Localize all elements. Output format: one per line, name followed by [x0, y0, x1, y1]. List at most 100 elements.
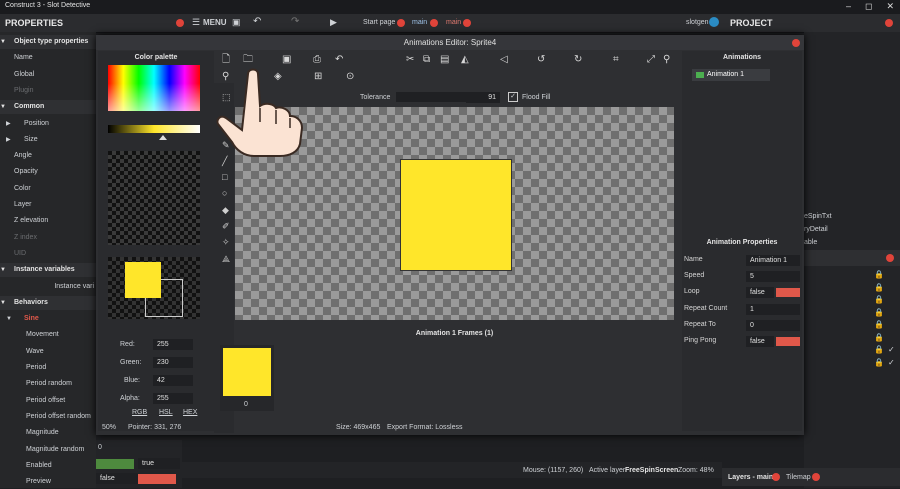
tab-close-dot[interactable] — [812, 473, 820, 481]
rotate-ccw-icon[interactable]: ↺ — [537, 55, 545, 65]
import-icon[interactable]: ⎙ — [313, 55, 321, 65]
project-close-dot[interactable] — [885, 19, 893, 27]
property-row[interactable]: Period offset random — [0, 410, 96, 424]
layers-close-dot[interactable] — [886, 254, 894, 262]
green-input[interactable]: 230 — [153, 357, 193, 368]
animation-list-item[interactable]: Animation 1 — [692, 69, 770, 81]
mode-hex-link[interactable]: HEX — [183, 409, 197, 416]
property-row[interactable]: Period offset — [0, 394, 96, 408]
frame-thumbnail[interactable]: 0 — [220, 345, 274, 411]
chevron-down-icon[interactable]: ▼ — [0, 296, 6, 310]
property-row[interactable]: Preview — [0, 475, 96, 489]
layer-visible-check-icon[interactable]: ✓ — [888, 358, 895, 367]
layer-lock-icon[interactable]: 🔒 — [874, 345, 884, 354]
property-row[interactable]: Period random — [0, 377, 96, 391]
new-file-icon[interactable]: 🗋 — [222, 55, 230, 65]
preview-value[interactable]: false — [96, 473, 138, 484]
rotate-cw-icon[interactable]: ↻ — [574, 55, 582, 65]
open-folder-icon[interactable]: 🗀 — [243, 55, 253, 65]
save-icon[interactable]: ▣ — [282, 55, 291, 65]
menu-hamburger-icon[interactable]: ☰ — [192, 17, 200, 28]
layer-lock-icon[interactable]: 🔒 — [874, 308, 884, 317]
property-row[interactable]: UID — [0, 247, 96, 261]
enabled-color-swatch[interactable] — [96, 459, 134, 469]
grid-icon[interactable]: ⊞ — [314, 72, 322, 82]
paste-icon[interactable]: ▤ — [440, 55, 449, 65]
property-row[interactable]: ▼ Common — [0, 100, 96, 115]
mirror-icon[interactable]: ◭ — [461, 55, 469, 65]
tab-close-dot[interactable] — [397, 19, 405, 27]
layer-lock-icon[interactable]: 🔒 — [874, 320, 884, 329]
property-row[interactable]: ▶ Position — [0, 117, 96, 131]
chevron-right-icon[interactable]: ▼ — [6, 312, 12, 326]
property-row[interactable]: Magnitude — [0, 426, 96, 440]
layer-lock-icon[interactable]: 🔒 — [874, 295, 884, 304]
color-picker-icon[interactable]: ✐ — [222, 221, 230, 232]
property-row[interactable]: ▶ Size — [0, 133, 96, 147]
mode-hsl-link[interactable]: HSL — [159, 409, 173, 416]
layer-lock-icon[interactable]: 🔒 — [874, 358, 884, 367]
flood-fill-checkbox[interactable]: ✓ — [508, 92, 518, 102]
alpha-input[interactable]: 255 — [153, 393, 193, 404]
primary-color-swatch[interactable] — [125, 262, 161, 298]
menu-button[interactable]: MENU — [203, 18, 227, 27]
property-row[interactable]: Angle — [0, 149, 96, 163]
property-row[interactable]: ▼ Instance variables — [0, 263, 96, 278]
blue-input[interactable]: 42 — [153, 375, 193, 386]
property-row[interactable]: Enabled — [0, 459, 96, 473]
flip-icon[interactable]: ◁ — [500, 55, 508, 65]
anim-prop-value[interactable]: false — [746, 336, 774, 347]
rectangle-icon[interactable]: □ — [222, 172, 227, 182]
crop-icon[interactable]: ⌗ — [613, 55, 619, 65]
resize-icon[interactable]: ⤢ — [647, 55, 655, 65]
tab-close-dot[interactable] — [430, 19, 438, 27]
layer-visible-check-icon[interactable]: ✓ — [888, 345, 895, 354]
dialog-close-button[interactable] — [792, 39, 800, 47]
anim-prop-value[interactable]: Animation 1 — [746, 255, 800, 266]
property-row[interactable]: ▼ Sine — [0, 312, 96, 326]
property-row[interactable]: Magnitude random — [0, 443, 96, 457]
zoom-fit-icon[interactable]: ⚲ — [663, 55, 670, 65]
property-row[interactable]: Movement — [0, 328, 96, 342]
property-row[interactable]: ▼ Object type properties — [0, 35, 96, 49]
tab-close-dot[interactable] — [463, 19, 471, 27]
ellipse-icon[interactable]: ○ — [222, 188, 227, 198]
undo-icon[interactable]: ↶ — [335, 55, 343, 65]
user-name[interactable]: slotgen — [686, 19, 709, 26]
property-row[interactable]: Period — [0, 361, 96, 375]
project-item-fragment[interactable]: ryDetail — [804, 226, 828, 233]
red-input[interactable]: 255 — [153, 339, 193, 350]
anim-prop-value[interactable]: 0 — [746, 319, 800, 331]
avatar[interactable] — [709, 17, 719, 27]
tab-main[interactable]: main — [412, 19, 427, 26]
image-points-icon[interactable]: ⟁ — [222, 254, 230, 265]
tab-main-events[interactable]: main — [446, 19, 461, 26]
tab-layers-main[interactable]: Layers - main — [728, 474, 773, 481]
fill-bucket-icon[interactable]: ◆ — [222, 205, 229, 216]
property-row[interactable]: Layer — [0, 198, 96, 212]
property-row[interactable]: Global — [0, 68, 96, 82]
magnitude-random-value[interactable]: 0 — [98, 444, 102, 451]
mode-rgb-link[interactable]: RGB — [132, 409, 147, 416]
project-item-fragment[interactable]: eSpinTxt — [804, 213, 832, 220]
preview-play-icon[interactable]: ⊙ — [346, 72, 354, 82]
anim-prop-toggle-button[interactable] — [776, 337, 800, 346]
slider-handle-icon[interactable] — [159, 135, 167, 140]
property-row[interactable]: Name — [0, 51, 96, 65]
tab-start-page[interactable]: Start page — [363, 19, 395, 26]
color-spectrum[interactable] — [108, 65, 200, 111]
property-row[interactable]: Plugin — [0, 84, 96, 98]
undo-icon[interactable]: ↶ — [253, 16, 261, 27]
anim-prop-toggle-button[interactable] — [776, 288, 800, 298]
layer-lock-icon[interactable]: 🔒 — [874, 283, 884, 292]
preview-toggle-button[interactable] — [138, 474, 176, 484]
property-row[interactable]: Color — [0, 182, 96, 196]
color-value-slider[interactable] — [108, 125, 200, 133]
project-item-fragment[interactable]: able — [804, 239, 817, 246]
enabled-value[interactable]: true — [138, 458, 180, 469]
copy-icon[interactable]: ⧉ — [423, 55, 430, 65]
properties-close-dot[interactable] — [176, 19, 184, 27]
chevron-right-icon[interactable]: ▶ — [6, 117, 11, 131]
layer-lock-icon[interactable]: 🔒 — [874, 333, 884, 342]
property-row[interactable]: Opacity — [0, 165, 96, 179]
